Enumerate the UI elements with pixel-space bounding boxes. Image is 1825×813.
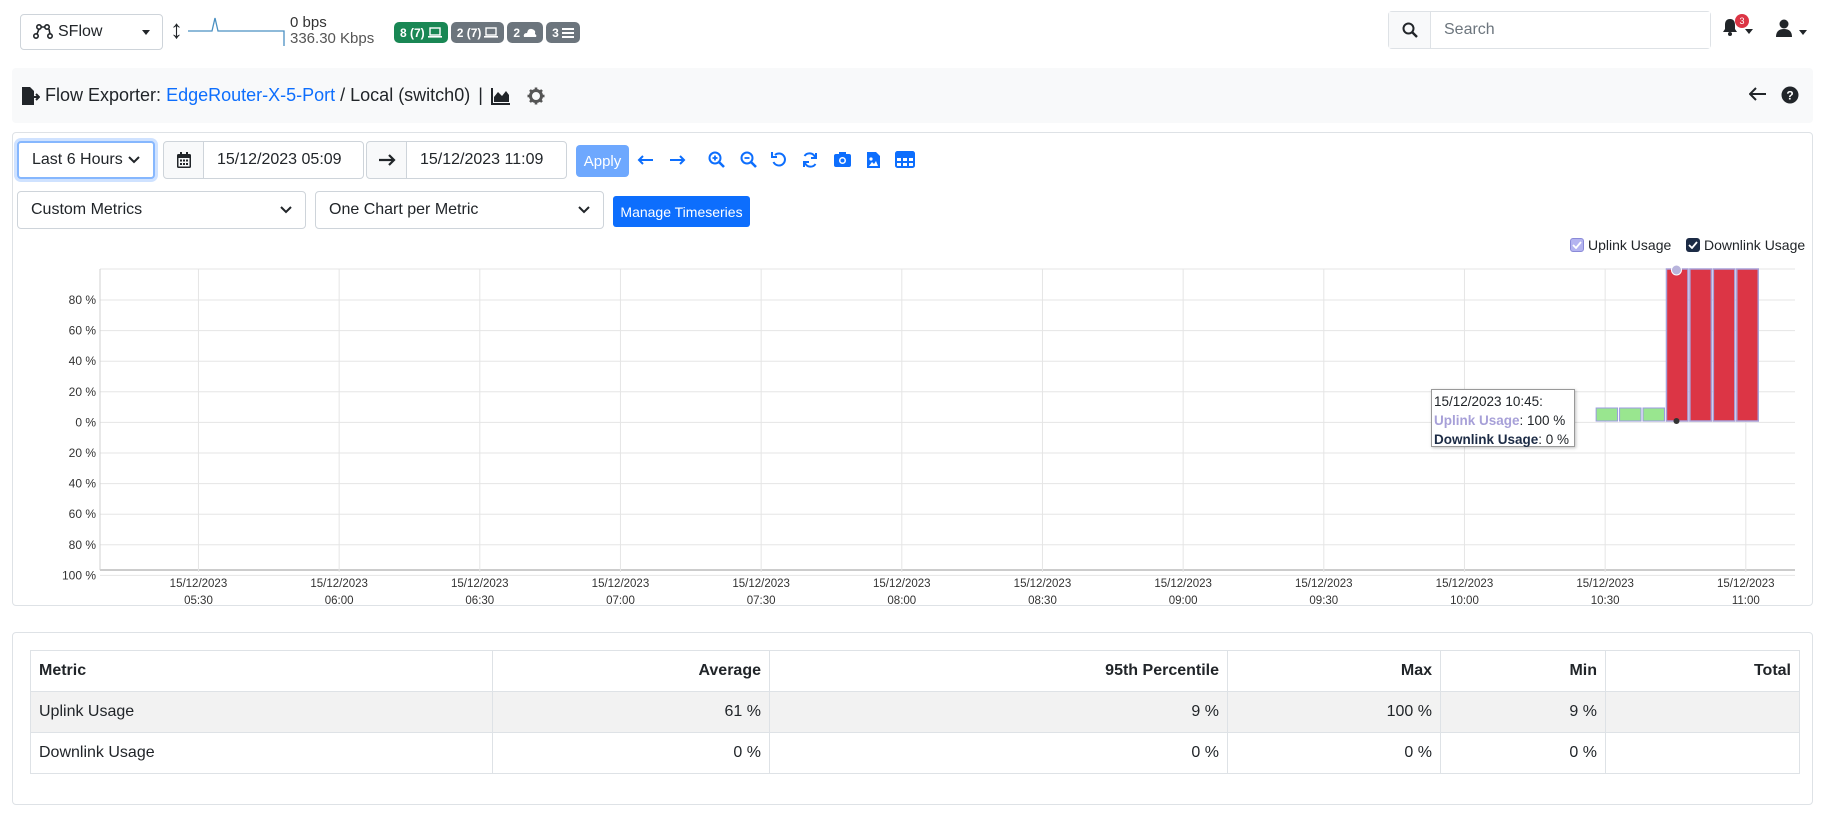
table-header-row: Metric Average 95th Percentile Max Min T… <box>30 650 1800 692</box>
x-tick-date: 15/12/2023 <box>1295 578 1353 590</box>
downlink-bar <box>1712 268 1736 422</box>
x-tick-time: 09:00 <box>1169 595 1198 607</box>
table-cell: 0 % <box>769 732 1228 774</box>
hover-marker-downlink <box>1673 418 1680 424</box>
x-tick-date: 15/12/2023 <box>1717 578 1775 590</box>
y-tick-label: 60 % <box>69 324 97 338</box>
col-max: Max <box>1227 650 1441 692</box>
uplink-bar <box>1619 407 1642 422</box>
table-cell: 0 % <box>1227 732 1441 774</box>
x-tick-time: 11:00 <box>1732 595 1760 607</box>
table-cell: 0 % <box>1440 732 1606 774</box>
tooltip-title: 15/12/2023 10:45: <box>1434 394 1543 409</box>
table-cell: Downlink Usage <box>30 732 493 774</box>
col-min: Min <box>1440 650 1606 692</box>
y-tick-label: 20 % <box>69 385 97 399</box>
table-cell: 61 % <box>492 691 770 733</box>
downlink-bar <box>1689 268 1713 422</box>
y-tick-label: 100 % <box>62 568 96 582</box>
y-tick-label: 80 % <box>69 293 97 307</box>
y-tick-label: 60 % <box>69 507 97 521</box>
table-row: Downlink Usage 0 % 0 % 0 % 0 % <box>30 732 1800 774</box>
y-tick-label: 40 % <box>69 354 97 368</box>
y-tick-label: 40 % <box>69 477 97 491</box>
uplink-bar <box>1642 407 1665 422</box>
x-tick-time: 08:00 <box>887 595 916 607</box>
hover-marker-uplink <box>1670 264 1682 276</box>
downlink-bar <box>1736 268 1759 422</box>
x-tick-date: 15/12/2023 <box>873 578 931 590</box>
table-cell: 9 % <box>1440 691 1606 733</box>
x-tick-time: 10:00 <box>1450 595 1479 607</box>
x-tick-time: 06:30 <box>465 595 494 607</box>
x-tick-date: 15/12/2023 <box>1154 578 1212 590</box>
x-tick-time: 09:30 <box>1309 595 1338 607</box>
x-tick-time: 10:30 <box>1591 595 1620 607</box>
y-tick-label: 0 % <box>75 415 96 429</box>
x-tick-time: 08:30 <box>1028 595 1057 607</box>
col-average: Average <box>492 650 770 692</box>
table-cell: 0 % <box>492 732 770 774</box>
x-tick-date: 15/12/2023 <box>1576 578 1634 590</box>
usage-chart[interactable]: 80 % 60 % 40 % 20 % 0 % 20 % 40 % 60 % 80 % 100 %… <box>0 0 1825 620</box>
col-metric: Metric <box>30 650 493 692</box>
x-tick-time: 07:00 <box>606 595 635 607</box>
chart-tooltip: 15/12/2023 10:45: Uplink Usage: 100 % Do… <box>1431 389 1575 447</box>
downlink-bar <box>1665 268 1689 422</box>
table-cell: Uplink Usage <box>30 691 493 733</box>
stats-table: Metric Average 95th Percentile Max Min T… <box>30 650 1800 774</box>
x-tick-time: 06:00 <box>325 595 354 607</box>
table-cell: 9 % <box>769 691 1228 733</box>
tooltip-downlink-label: Downlink Usage <box>1434 432 1539 447</box>
table-cell <box>1605 732 1800 774</box>
x-tick-date: 15/12/2023 <box>451 578 509 590</box>
tooltip-downlink-value: : 0 % <box>1538 432 1570 447</box>
col-95th: 95th Percentile <box>769 650 1228 692</box>
x-tick-time: 07:30 <box>747 595 776 607</box>
x-tick-time: 05:30 <box>184 595 213 607</box>
uplink-bar <box>1595 407 1619 422</box>
x-tick-date: 15/12/2023 <box>732 578 790 590</box>
table-cell <box>1605 691 1800 733</box>
x-tick-date: 15/12/2023 <box>1014 578 1072 590</box>
x-tick-date: 15/12/2023 <box>170 578 228 590</box>
table-cell: 100 % <box>1227 691 1441 733</box>
y-tick-label: 80 % <box>69 538 97 552</box>
y-tick-label: 20 % <box>69 446 97 460</box>
tooltip-uplink-label: Uplink Usage <box>1434 413 1520 428</box>
col-total: Total <box>1605 650 1800 692</box>
x-tick-date: 15/12/2023 <box>1436 578 1494 590</box>
x-tick-date: 15/12/2023 <box>310 578 368 590</box>
table-row: Uplink Usage 61 % 9 % 100 % 9 % <box>30 691 1800 733</box>
x-tick-date: 15/12/2023 <box>592 578 650 590</box>
tooltip-uplink-value: : 100 % <box>1519 413 1566 428</box>
